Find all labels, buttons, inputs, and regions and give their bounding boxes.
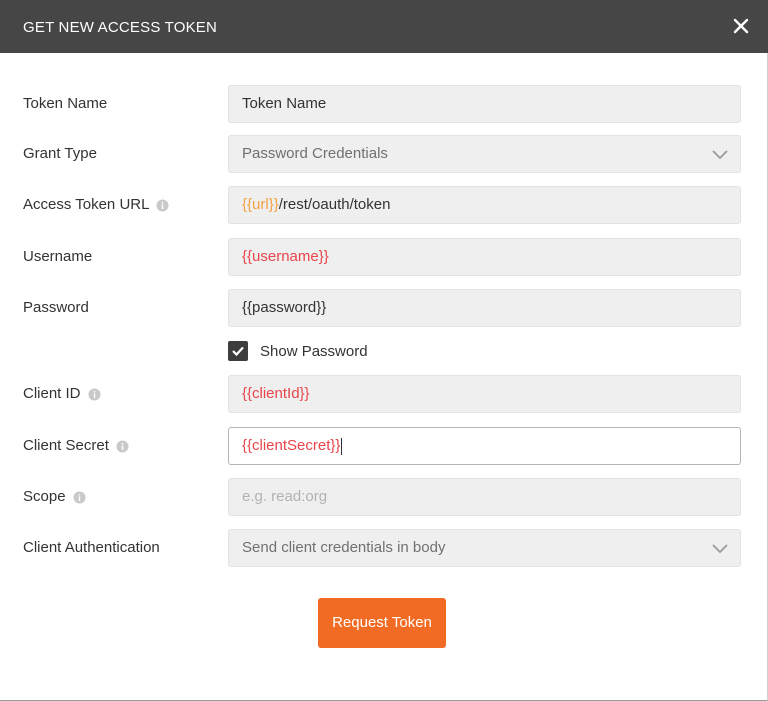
access-token-dialog: GET NEW ACCESS TOKEN Token Name Token Na…	[0, 0, 768, 701]
info-icon[interactable]	[116, 440, 129, 453]
client-authentication-select[interactable]: Send client credentials in body	[228, 529, 741, 567]
info-icon[interactable]	[88, 388, 101, 401]
client-id-row: Client ID {{clientId}}	[0, 375, 768, 413]
info-icon[interactable]	[73, 491, 86, 504]
username-label: Username	[23, 248, 93, 265]
client-secret-label: Client Secret	[23, 437, 129, 455]
password-label: Password	[23, 299, 89, 316]
chevron-down-icon	[712, 150, 728, 160]
info-icon[interactable]	[156, 199, 169, 212]
scope-input[interactable]: e.g. read:org	[228, 478, 741, 516]
client-id-input[interactable]: {{clientId}}	[228, 375, 741, 413]
username-row: Username {{username}}	[0, 238, 768, 276]
show-password-toggle[interactable]: Show Password	[228, 340, 368, 362]
scope-row: Scope e.g. read:org	[0, 478, 768, 516]
dialog-title: GET NEW ACCESS TOKEN	[23, 19, 218, 36]
show-password-label: Show Password	[260, 342, 368, 360]
scope-label: Scope	[23, 488, 86, 506]
client-secret-input[interactable]: {{clientSecret}}	[228, 427, 741, 465]
token-name-input[interactable]: Token Name	[228, 85, 741, 123]
dialog-titlebar: GET NEW ACCESS TOKEN	[0, 0, 768, 53]
checkmark-icon	[232, 346, 244, 357]
client-secret-row: Client Secret {{clientSecret}}	[0, 427, 768, 465]
password-input[interactable]: {{password}}	[228, 289, 741, 327]
access-token-url-input[interactable]: {{url}}/rest/oauth/token	[228, 186, 741, 224]
access-token-url-row: Access Token URL {{url}}/rest/oauth/toke…	[0, 186, 768, 224]
request-token-button[interactable]: Request Token	[318, 598, 446, 648]
password-row: Password {{password}}	[0, 289, 768, 327]
access-token-url-label: Access Token URL	[23, 196, 169, 214]
token-name-row: Token Name Token Name	[0, 85, 768, 123]
grant-type-row: Grant Type Password Credentials	[0, 135, 768, 173]
grant-type-label: Grant Type	[23, 145, 97, 162]
client-id-label: Client ID	[23, 385, 101, 403]
show-password-checkbox[interactable]	[228, 341, 248, 361]
token-name-label: Token Name	[23, 95, 108, 112]
text-caret	[341, 437, 343, 455]
username-input[interactable]: {{username}}	[228, 238, 741, 276]
grant-type-select[interactable]: Password Credentials	[228, 135, 741, 173]
client-authentication-row: Client Authentication Send client creden…	[0, 529, 768, 567]
client-authentication-label: Client Authentication	[23, 539, 160, 556]
chevron-down-icon	[712, 544, 728, 554]
close-icon[interactable]	[730, 15, 752, 37]
